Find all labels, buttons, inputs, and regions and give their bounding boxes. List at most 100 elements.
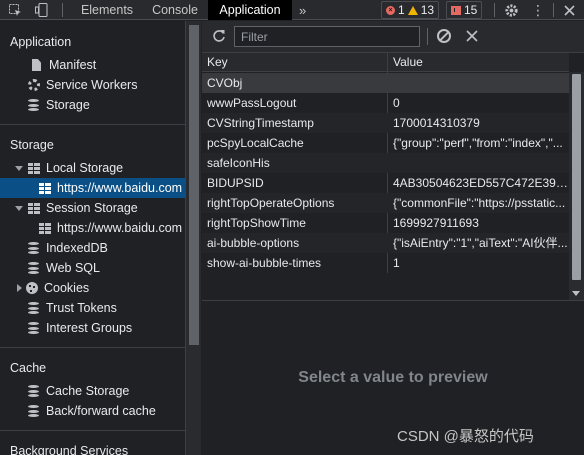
row-key[interactable]: pcSpyLocalCache — [202, 133, 387, 153]
clear-all-icon[interactable] — [437, 29, 451, 43]
customize-menu-icon[interactable]: ⋮ — [531, 0, 545, 20]
table-row[interactable]: ai-bubble-options {"isAiEntry":"1","aiTe… — [202, 233, 569, 253]
column-header-key[interactable]: Key — [202, 53, 228, 72]
row-key[interactable]: BIDUPSID — [202, 173, 387, 193]
toolbar-divider — [427, 28, 428, 45]
table-row[interactable]: BIDUPSID 4AB30504623ED557C472E3927... — [202, 173, 569, 193]
delete-selected-icon[interactable] — [466, 27, 480, 43]
sidebar-item-label: Back/forward cache — [46, 404, 156, 418]
value-preview-placeholder: Select a value to preview — [298, 369, 488, 386]
sidebar-item-label: Manifest — [49, 58, 97, 72]
application-sidebar: Application Manifest Service Workers Sto… — [0, 21, 185, 455]
sidebar-item-service-workers[interactable]: Service Workers — [0, 75, 185, 95]
row-value[interactable] — [388, 73, 568, 93]
sidebar-item-label: Cache Storage — [46, 384, 130, 398]
section-divider — [0, 347, 185, 348]
sidebar-item-indexeddb[interactable]: IndexedDB — [0, 238, 185, 258]
expand-arrow-icon[interactable] — [15, 205, 23, 211]
warning-count: 13 — [420, 3, 435, 17]
row-value[interactable] — [388, 153, 568, 173]
refresh-icon[interactable] — [212, 29, 226, 43]
sidebar-item-manifest[interactable]: Manifest — [0, 55, 185, 75]
row-key[interactable]: rightTopOperateOptions — [202, 193, 387, 213]
warning-icon — [407, 5, 418, 15]
sidebar-item-label: Web SQL — [46, 261, 100, 275]
row-value[interactable]: 0 — [388, 93, 568, 113]
table-row[interactable]: safeIconHis — [202, 153, 569, 173]
toolbar-divider — [62, 3, 63, 17]
tab-console[interactable]: Console — [144, 0, 206, 20]
expand-arrow-icon[interactable] — [15, 165, 23, 171]
issues-flag-icon — [451, 5, 461, 15]
more-tabs-button[interactable]: » — [299, 0, 306, 20]
database-icon — [27, 302, 40, 315]
sidebar-item-interest-groups[interactable]: Interest Groups — [0, 318, 185, 338]
collapse-arrow-icon[interactable] — [17, 284, 22, 292]
sidebar-item-cookies[interactable]: Cookies — [0, 278, 185, 298]
background-services-section-title: Background Services — [10, 444, 129, 455]
scroll-down-arrow-icon[interactable] — [572, 291, 580, 296]
table-row[interactable]: CVObj — [202, 73, 569, 93]
table-scrollbar-thumb[interactable] — [572, 74, 581, 280]
row-value[interactable]: {"group":"perf","from":"index","... — [388, 133, 568, 153]
row-key[interactable]: rightTopShowTime — [202, 213, 387, 233]
sidebar-item-local-storage-origin[interactable]: https://www.baidu.com — [0, 178, 185, 198]
column-header-value[interactable]: Value — [388, 53, 423, 72]
sidebar-item-trust-tokens[interactable]: Trust Tokens — [0, 298, 185, 318]
database-icon — [27, 322, 40, 335]
sidebar-item-local-storage[interactable]: Local Storage — [0, 158, 185, 178]
sidebar-item-storage[interactable]: Storage — [0, 95, 185, 115]
row-key[interactable]: ai-bubble-options — [202, 233, 387, 253]
row-value[interactable]: {"commonFile":"https://psstatic... — [388, 193, 568, 213]
table-row[interactable]: wwwPassLogout 0 — [202, 93, 569, 113]
storage-section-title: Storage — [10, 138, 54, 152]
sidebar-item-label: IndexedDB — [46, 241, 108, 255]
sidebar-item-cache-storage[interactable]: Cache Storage — [0, 381, 185, 401]
database-icon — [27, 385, 40, 398]
row-value[interactable]: 4AB30504623ED557C472E3927... — [388, 173, 568, 193]
cache-section-title: Cache — [10, 361, 47, 375]
table-grid-icon — [38, 222, 51, 235]
sidebar-item-label: https://www.baidu.com — [57, 181, 183, 195]
tab-application[interactable]: Application — [208, 0, 292, 20]
table-row[interactable]: rightTopShowTime 1699927911693 — [202, 213, 569, 233]
inspect-element-icon[interactable] — [8, 0, 22, 20]
row-key[interactable]: CVObj — [202, 73, 387, 93]
sidebar-item-session-storage-origin[interactable]: https://www.baidu.com — [0, 218, 185, 238]
section-divider — [0, 124, 185, 125]
sidebar-item-back-forward-cache[interactable]: Back/forward cache — [0, 401, 185, 421]
sidebar-item-websql[interactable]: Web SQL — [0, 258, 185, 278]
sidebar-item-label: Storage — [46, 98, 90, 112]
filter-input[interactable] — [234, 26, 420, 47]
table-header: Key Value — [202, 53, 569, 72]
row-key[interactable]: show-ai-bubble-times — [202, 253, 387, 273]
application-section-title: Application — [10, 35, 72, 49]
table-row[interactable]: show-ai-bubble-times 1 — [202, 253, 569, 273]
sidebar-item-label: https://www.baidu.com — [57, 221, 183, 235]
sidebar-item-session-storage[interactable]: Session Storage — [0, 198, 185, 218]
table-scrollbar[interactable] — [569, 72, 584, 300]
tab-elements[interactable]: Elements — [72, 0, 142, 20]
sidebar-scrollbar[interactable] — [185, 21, 201, 455]
row-key[interactable]: wwwPassLogout — [202, 93, 387, 113]
device-toolbar-icon[interactable] — [35, 0, 51, 20]
row-key[interactable]: safeIconHis — [202, 153, 387, 173]
error-icon: × — [386, 5, 395, 15]
close-devtools-icon[interactable] — [562, 0, 576, 20]
console-counts-button[interactable]: × 1 13 — [381, 1, 440, 19]
settings-gear-icon[interactable] — [503, 0, 519, 20]
table-row[interactable]: rightTopOperateOptions {"commonFile":"ht… — [202, 193, 569, 213]
issues-button[interactable]: 15 — [446, 1, 483, 19]
row-value[interactable]: 1 — [388, 253, 568, 273]
row-key[interactable]: CVStringTimestamp — [202, 113, 387, 133]
table-row[interactable]: CVStringTimestamp 1700014310379 — [202, 113, 569, 133]
row-value[interactable]: 1700014310379 — [388, 113, 568, 133]
table-row[interactable]: pcSpyLocalCache {"group":"perf","from":"… — [202, 133, 569, 153]
database-icon — [27, 405, 40, 418]
sidebar-item-label: Cookies — [44, 281, 90, 295]
sidebar-scrollbar-thumb[interactable] — [189, 25, 199, 345]
sidebar-item-label: Local Storage — [46, 161, 124, 175]
row-value[interactable]: {"isAiEntry":"1","aiText":"AI伙伴... — [388, 233, 568, 253]
row-value[interactable]: 1699927911693 — [388, 213, 568, 233]
toolbar-divider — [553, 3, 554, 17]
